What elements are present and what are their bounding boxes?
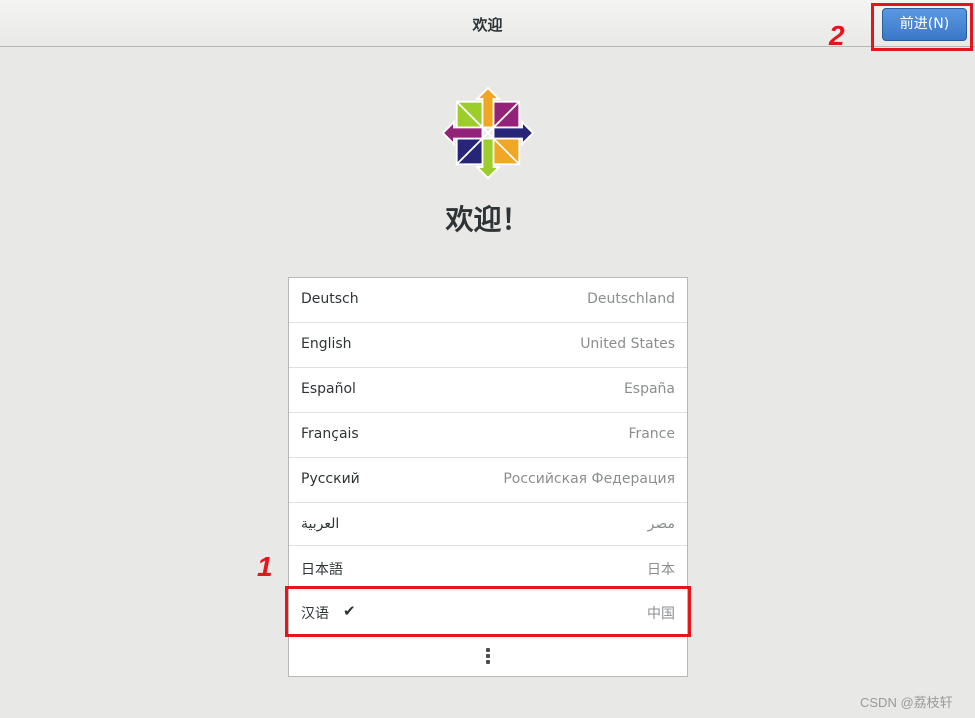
language-name: English: [301, 336, 352, 352]
welcome-heading: 欢迎！: [445, 203, 530, 236]
language-region: España: [623, 381, 675, 397]
language-region: France: [628, 426, 675, 442]
language-name: Français: [301, 426, 359, 442]
annotation-number-1: 1: [257, 551, 273, 582]
language-row-japanese[interactable]: 日本語 日本: [289, 546, 687, 589]
language-region: 日本: [647, 562, 675, 578]
language-list: Deutsch Deutschland English United State…: [288, 277, 688, 677]
language-region: Российская Федерация: [503, 471, 675, 487]
language-row-chinese[interactable]: 汉语 ✔ 中国: [289, 589, 687, 636]
annotation-number-2: 2: [829, 20, 845, 51]
language-name: العربية: [301, 516, 340, 532]
language-name: 汉语: [301, 606, 329, 622]
language-row-english[interactable]: English United States: [289, 323, 687, 368]
checkmark-icon: ✔: [343, 602, 356, 620]
language-name: Español: [301, 381, 356, 397]
language-region: مصر: [647, 516, 675, 532]
more-vertical-icon[interactable]: [482, 647, 494, 667]
watermark: CSDN @荔枝轩: [860, 695, 953, 710]
language-name: 日本語: [301, 562, 343, 578]
language-row-espanol[interactable]: Español España: [289, 368, 687, 413]
next-button[interactable]: 前进(N): [882, 8, 967, 41]
language-row-deutsch[interactable]: Deutsch Deutschland: [289, 278, 687, 323]
language-row-francais[interactable]: Français France: [289, 413, 687, 458]
language-name: Deutsch: [301, 291, 359, 307]
language-row-arabic[interactable]: العربية مصر: [289, 503, 687, 546]
language-row-russian[interactable]: Русский Российская Федерация: [289, 458, 687, 503]
language-region: Deutschland: [587, 291, 675, 307]
centos-logo-icon: [442, 87, 534, 179]
language-region: United States: [580, 336, 675, 352]
language-region: 中国: [647, 606, 675, 622]
language-name: Русский: [301, 471, 360, 487]
